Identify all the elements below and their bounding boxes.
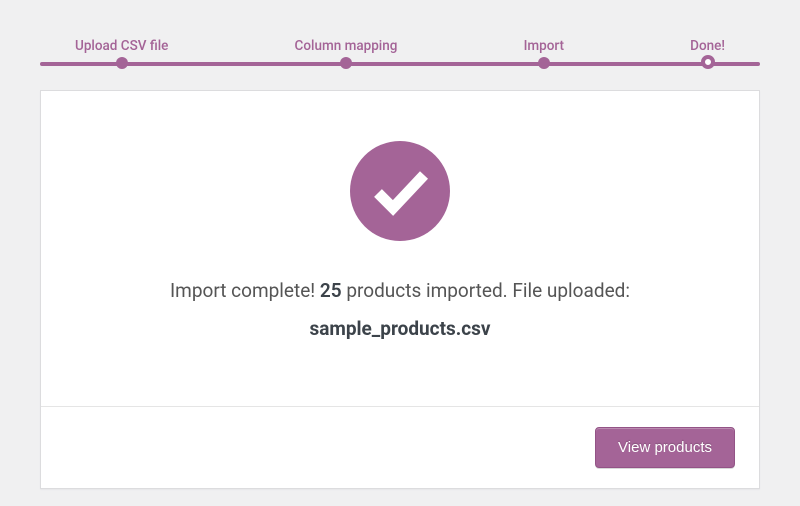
step-import: Import: [524, 38, 564, 54]
import-result-message: Import complete! 25 products imported. F…: [81, 275, 719, 346]
step-dot-current-icon: [701, 55, 715, 69]
progress-steps: Upload CSV file Column mapping Import Do…: [0, 0, 800, 70]
step-dot-icon: [116, 57, 128, 69]
step-label: Column mapping: [295, 38, 398, 54]
step-label: Done!: [690, 38, 725, 54]
imported-count: 25: [320, 279, 342, 302]
progress-line: [40, 62, 760, 66]
step-label: Import: [524, 38, 564, 54]
uploaded-filename: sample_products.csv: [81, 313, 719, 345]
card-body: Import complete! 25 products imported. F…: [41, 91, 759, 406]
step-done: Done!: [690, 38, 725, 54]
step-dot-icon: [538, 57, 550, 69]
checkmark-circle-icon: [350, 141, 450, 245]
step-label: Upload CSV file: [75, 38, 168, 54]
step-dot-icon: [340, 57, 352, 69]
import-complete-card: Import complete! 25 products imported. F…: [40, 90, 760, 489]
message-prefix: Import complete!: [170, 279, 320, 302]
step-upload-csv: Upload CSV file: [75, 38, 168, 54]
view-products-button[interactable]: View products: [595, 427, 735, 468]
step-column-mapping: Column mapping: [295, 38, 398, 54]
card-footer: View products: [41, 406, 759, 488]
message-suffix: products imported. File uploaded:: [342, 279, 630, 302]
